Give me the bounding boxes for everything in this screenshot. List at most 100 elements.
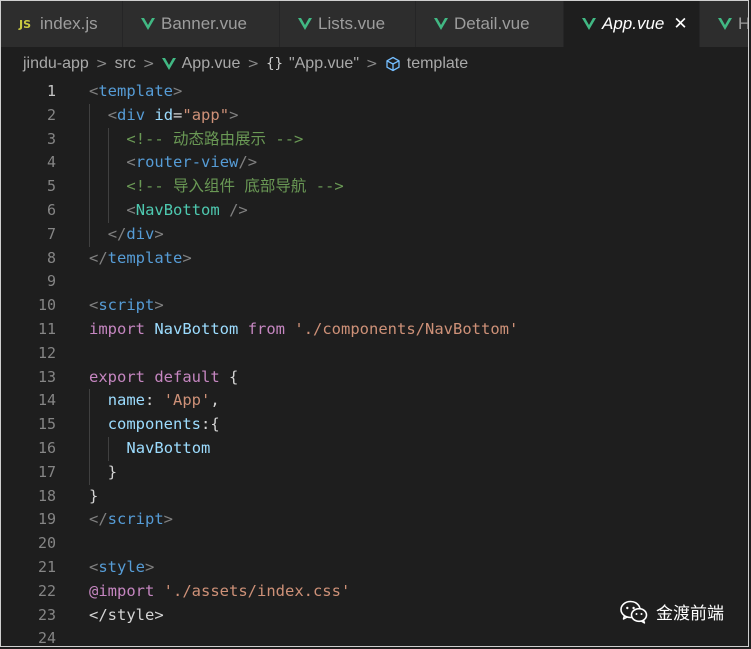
- chevron-right-icon: >: [247, 55, 260, 72]
- code-line[interactable]: 20: [1, 532, 748, 556]
- code-line[interactable]: 10 <script>: [1, 294, 748, 318]
- line-number: 11: [37, 319, 56, 338]
- code-line[interactable]: 16 NavBottom: [1, 436, 748, 461]
- breadcrumb-node[interactable]: template: [407, 55, 468, 73]
- chevron-right-icon: >: [142, 55, 155, 72]
- line-number: 12: [37, 343, 56, 362]
- code-line[interactable]: 19 </script>: [1, 508, 748, 532]
- code-text: name: 'App',: [108, 389, 220, 413]
- code-token: NavBottom: [135, 200, 220, 219]
- code-line[interactable]: 8 </template>: [1, 247, 748, 271]
- code-line[interactable]: 7 </div>: [1, 222, 748, 247]
- code-line[interactable]: 17}: [1, 460, 748, 485]
- breadcrumb-section[interactable]: "App.vue": [289, 55, 359, 73]
- code-token: export: [89, 367, 145, 386]
- code-line[interactable]: 14 name: 'App',: [1, 389, 748, 414]
- vue-file-icon: [298, 18, 312, 30]
- code-token: }: [89, 486, 99, 505]
- line-number: 16: [37, 438, 56, 457]
- line-number: 8: [46, 248, 56, 267]
- code-token: />: [229, 200, 248, 219]
- line-number: 18: [37, 486, 56, 505]
- code-text: <style>: [89, 556, 154, 580]
- code-token: >: [145, 557, 155, 576]
- vue-file-icon: [582, 18, 596, 30]
- code-line[interactable]: 5 <!-- 导入组件 底部导航 -->: [1, 175, 748, 199]
- code-token: >: [182, 248, 192, 267]
- tab-label: Banner.vue: [161, 14, 248, 33]
- line-number: 17: [37, 462, 56, 481]
- code-token: div: [117, 105, 146, 124]
- braces-icon: {}: [266, 55, 283, 72]
- indent-guide: [107, 175, 109, 199]
- tab-lists-vue[interactable]: Lists.vue: [280, 1, 416, 47]
- tab-label: App.vue: [602, 14, 665, 33]
- code-line[interactable]: 3 <!-- 动态路由展示 -->: [1, 127, 748, 152]
- code-editor[interactable]: 1 <template> 2 <div id="app"> 3 <!-- 动态路由展示 -…: [1, 80, 748, 646]
- wechat-icon: [620, 600, 648, 624]
- code-line[interactable]: 21 <style>: [1, 556, 748, 580]
- code-line[interactable]: 24: [1, 627, 748, 646]
- code-line[interactable]: 1 <template>: [1, 80, 748, 104]
- code-token: <!-- 导入组件 底部导航 -->: [126, 177, 344, 196]
- line-number: 1: [46, 82, 56, 100]
- tab-label: Lists.vue: [318, 14, 386, 33]
- breadcrumb-file[interactable]: App.vue: [182, 55, 241, 73]
- code-text: }: [108, 461, 117, 485]
- code-line[interactable]: 4 <router-view/>: [1, 151, 748, 176]
- code-token: NavBottom: [154, 319, 239, 338]
- code-token: template: [98, 82, 173, 100]
- breadcrumb-folder-src[interactable]: src: [115, 55, 136, 73]
- code-line[interactable]: 15 components:{: [1, 413, 748, 437]
- indent-guide: [89, 198, 90, 223]
- tab-h-vue[interactable]: H: [700, 1, 748, 47]
- watermark: 金渡前端: [620, 599, 724, 624]
- code-text: @import './assets/index.css': [89, 580, 350, 604]
- breadcrumb-folder-jindu-app[interactable]: jindu-app: [23, 55, 89, 73]
- code-text: </div>: [108, 223, 164, 247]
- indent-guide: [89, 222, 90, 247]
- code-token: :: [145, 391, 164, 410]
- code-token: />: [238, 153, 258, 172]
- code-token: >: [229, 105, 239, 124]
- tab-app-vue[interactable]: App.vue ✕: [564, 1, 700, 47]
- code-line[interactable]: 2 <div id="app">: [1, 103, 748, 128]
- code-token: <: [107, 105, 118, 124]
- tab-label: Detail.vue: [454, 14, 530, 33]
- tab-index-js[interactable]: JS index.js: [1, 1, 123, 47]
- code-token: :{: [201, 415, 220, 434]
- line-number: 5: [46, 177, 56, 196]
- code-token: script: [107, 510, 164, 529]
- code-text: components:{: [108, 413, 220, 437]
- code-token: <: [126, 153, 136, 172]
- code-line[interactable]: 13 export default {: [1, 366, 748, 390]
- indent-guide: [89, 413, 90, 437]
- code-line[interactable]: 18}: [1, 485, 748, 509]
- code-token: 'App': [163, 391, 211, 410]
- editor-window: JS index.js Banner.vue Lists.vue Detail.…: [0, 0, 749, 647]
- tab-detail-vue[interactable]: Detail.vue: [416, 1, 564, 47]
- indent-guide: [89, 127, 90, 152]
- code-token: id: [154, 105, 174, 124]
- code-line[interactable]: 9: [1, 270, 748, 294]
- code-token: './components/NavBottom': [294, 319, 519, 338]
- code-token: >: [173, 82, 183, 100]
- code-line[interactable]: 6 <NavBottom />: [1, 198, 748, 223]
- tab-banner-vue[interactable]: Banner.vue: [123, 1, 280, 47]
- code-token: script: [98, 296, 155, 315]
- code-line[interactable]: 12: [1, 342, 748, 366]
- line-number: 7: [46, 224, 56, 243]
- line-number: 2: [46, 105, 56, 124]
- indent-guide: [107, 436, 109, 461]
- vue-file-icon: [141, 18, 155, 30]
- close-tab-icon[interactable]: ✕: [673, 14, 687, 34]
- code-token: <: [89, 82, 99, 100]
- code-text: <div id="app">: [108, 104, 239, 128]
- code-token: name: [107, 391, 146, 410]
- code-line[interactable]: 11 import NavBottom from './components/Na…: [1, 318, 748, 342]
- code-token: </style>: [89, 605, 164, 624]
- breadcrumb: jindu-app > src > App.vue > {} "App.vue"…: [1, 47, 748, 80]
